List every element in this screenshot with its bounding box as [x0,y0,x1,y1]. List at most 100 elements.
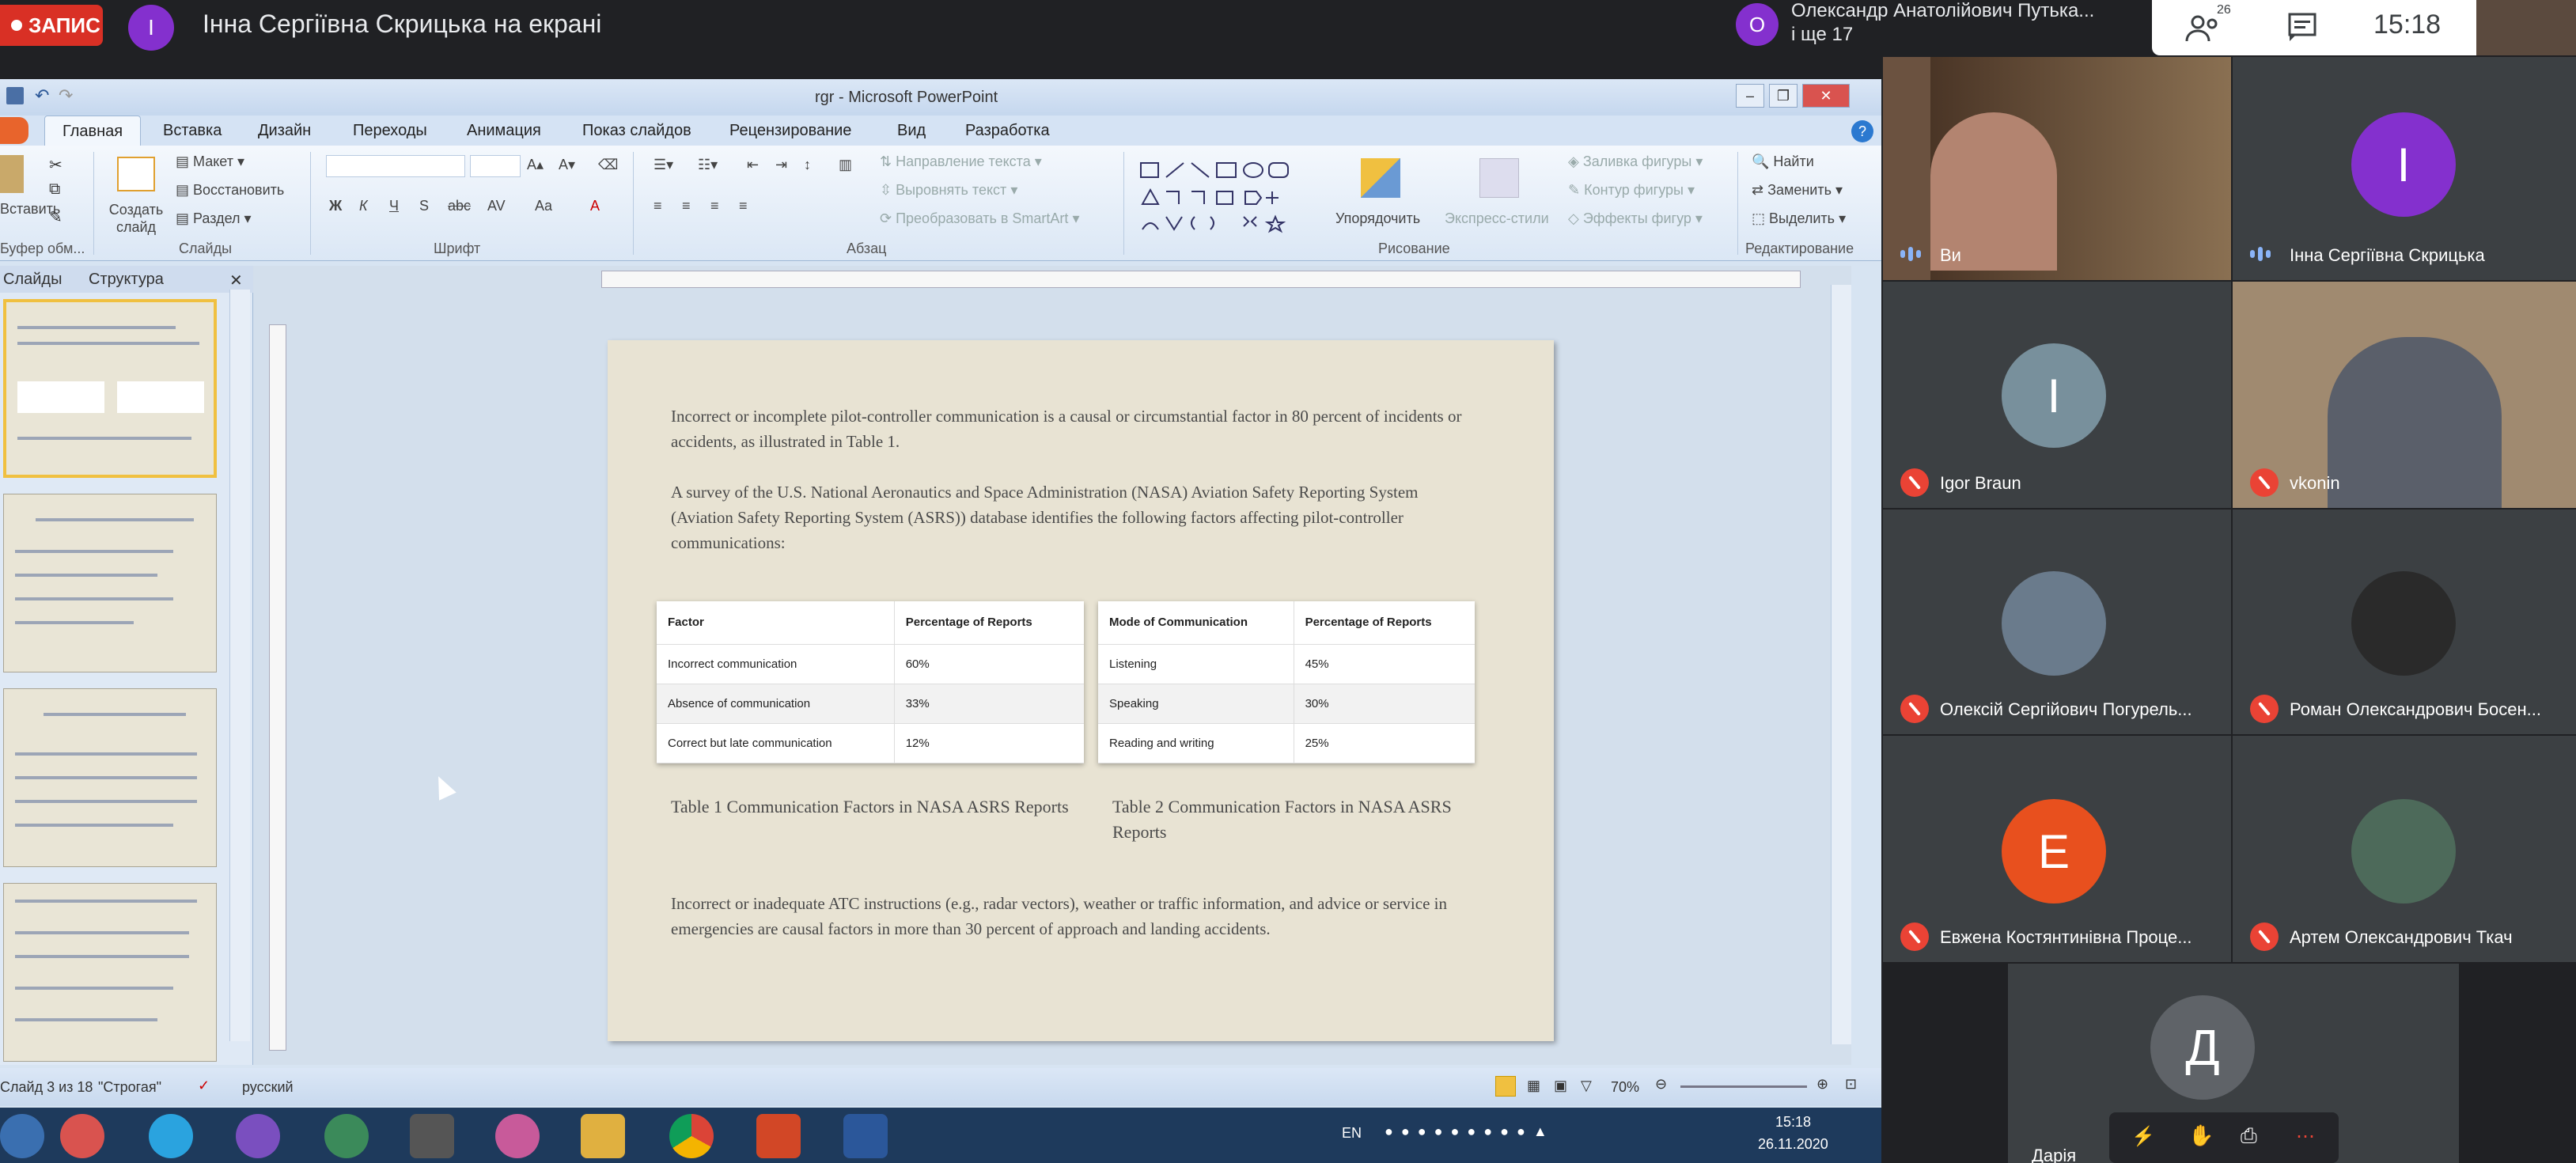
editor-scrollbar[interactable] [1831,285,1851,1044]
select-button[interactable]: ⬚ Выделить ▾ [1752,210,1846,227]
smartart-button[interactable]: ⟳ Преобразовать в SmartArt ▾ [880,210,1079,227]
layout-button[interactable]: ▤ Макет ▾ [176,153,244,170]
reading-view-icon[interactable]: ▣ [1554,1078,1567,1094]
arrange-button[interactable]: Упорядочить [1335,210,1420,227]
font-color-button[interactable]: A [590,198,600,214]
browser-globe-icon[interactable] [324,1114,369,1158]
zoom-in-icon[interactable]: ⊕ [1816,1076,1828,1093]
align-right-icon[interactable]: ≡ [710,198,719,214]
find-button[interactable]: 🔍 Найти [1752,153,1814,170]
columns-icon[interactable]: ▥ [839,157,852,173]
slides-panel-scrollbar[interactable] [229,290,250,1041]
zoom-level[interactable]: 70% [1611,1079,1639,1096]
chat-icon[interactable] [2286,11,2318,43]
panel-tab-slides[interactable]: Слайды [3,271,62,289]
new-slide-icon[interactable] [117,157,155,191]
participant-tile[interactable]: Олексій Сергійович Погурель... [1883,510,2231,734]
tab-animation[interactable]: Анимация [467,122,541,140]
tab-review[interactable]: Рецензирование [729,122,851,140]
align-center-icon[interactable]: ≡ [682,198,691,214]
tab-developer[interactable]: Разработка [965,122,1050,140]
replace-button[interactable]: ⇄ Заменить ▾ [1752,182,1843,199]
taskbar-app-icon[interactable] [410,1114,454,1158]
shadow-icon[interactable]: S [419,198,429,214]
shrink-font-icon[interactable]: A▾ [559,157,575,173]
strikethrough-button[interactable]: abc [448,198,471,214]
normal-view-icon[interactable] [1495,1076,1516,1097]
present-icon[interactable]: ⎙ [2241,1123,2257,1149]
undo-icon[interactable]: ↶ [35,85,49,106]
chrome-icon[interactable] [669,1114,714,1158]
line-spacing-icon[interactable]: ↕ [804,157,811,173]
file-tab[interactable] [0,117,28,144]
participant-tile[interactable]: Артем Олександрович Ткач [2233,736,2576,962]
word-icon[interactable] [843,1114,888,1158]
indent-decrease-icon[interactable]: ⇤ [747,157,759,173]
captions-icon[interactable]: ⚡ [2131,1125,2155,1148]
slide-thumbnail-4[interactable] [3,494,217,672]
slide-thumbnail-5[interactable] [3,688,217,867]
bullets-icon[interactable]: ☰▾ [653,157,673,173]
arrange-icon[interactable] [1361,158,1400,198]
tab-design[interactable]: Дизайн [258,122,311,140]
align-text-button[interactable]: ⇳ Выровнять текст ▾ [880,182,1017,199]
new-slide-button[interactable]: Создать слайд [104,201,168,236]
panel-close-icon[interactable]: ✕ [229,271,243,290]
close-button[interactable]: ✕ [1802,84,1850,108]
help-icon[interactable]: ? [1851,120,1873,142]
cut-icon[interactable]: ✂ [49,155,63,175]
zoom-slider[interactable] [1680,1085,1807,1088]
participant-tile[interactable]: Роман Олександрович Босен... [2233,510,2576,734]
shape-fill-button[interactable]: ◈ Заливка фигуры ▾ [1568,153,1703,170]
indent-increase-icon[interactable]: ⇥ [775,157,787,173]
underline-button[interactable]: Ч [389,198,399,214]
section-button[interactable]: ▤ Раздел ▾ [176,210,252,227]
tab-view[interactable]: Вид [897,122,926,140]
slideshow-view-icon[interactable]: ▽ [1581,1078,1592,1094]
minimize-button[interactable]: – [1736,84,1764,108]
fit-slide-icon[interactable]: ⊡ [1845,1076,1857,1093]
telegram-icon[interactable] [149,1114,193,1158]
zoom-out-icon[interactable]: ⊖ [1655,1076,1667,1093]
shapes-gallery[interactable] [1139,160,1321,236]
copy-icon[interactable]: ⧉ [49,180,60,199]
slide-canvas[interactable]: Incorrect or incomplete pilot-controller… [608,340,1554,1041]
format-painter-icon[interactable]: ✎ [49,207,63,227]
ppt-save-icon[interactable] [6,87,24,104]
reset-button[interactable]: ▤ Восстановить [176,182,284,199]
raise-hand-icon[interactable]: ✋ [2188,1123,2214,1148]
participant-tile[interactable]: І Інна Сергіївна Скрицька [2233,57,2576,280]
more-options-icon[interactable]: ⋯ [2296,1125,2315,1148]
start-button-icon[interactable] [0,1114,44,1158]
slide-thumbnail-3[interactable] [3,299,217,478]
italic-button[interactable]: К [359,198,368,214]
participant-tile[interactable]: E Евжена Костянтинівна Проце... [1883,736,2231,962]
taskbar-app-icon[interactable] [60,1114,104,1158]
font-name-box[interactable] [326,155,465,177]
participant-tile[interactable]: vkonin [2233,282,2576,508]
tab-insert[interactable]: Вставка [163,122,222,140]
align-left-icon[interactable]: ≡ [653,198,662,214]
tab-transitions[interactable]: Переходы [353,122,427,140]
viber-icon[interactable] [236,1114,280,1158]
tray-icons[interactable]: ●●●●●●●●●▲ [1385,1123,1555,1140]
bold-button[interactable]: Ж [329,198,342,214]
powerpoint-icon[interactable] [756,1114,801,1158]
maximize-button[interactable]: ❐ [1769,84,1798,108]
input-language[interactable]: EN [1342,1125,1362,1142]
shape-outline-button[interactable]: ✎ Контур фигуры ▾ [1568,182,1695,199]
itunes-icon[interactable] [495,1114,540,1158]
grow-font-icon[interactable]: A▴ [527,157,544,173]
people-icon[interactable] [2184,13,2231,44]
spellcheck-icon[interactable]: ✓ [198,1078,210,1094]
justify-icon[interactable]: ≡ [739,198,748,214]
numbering-icon[interactable]: ☷▾ [698,157,718,173]
panel-tab-outline[interactable]: Структура [89,271,164,289]
participant-tile[interactable]: I Igor Braun [1883,282,2231,508]
clear-format-icon[interactable]: ⌫ [598,157,618,173]
font-size-box[interactable] [470,155,521,177]
file-explorer-icon[interactable] [581,1114,625,1158]
redo-icon[interactable]: ↷ [59,85,73,106]
quick-styles-button[interactable]: Экспресс-стили [1445,210,1549,227]
tab-slideshow[interactable]: Показ слайдов [582,122,691,140]
